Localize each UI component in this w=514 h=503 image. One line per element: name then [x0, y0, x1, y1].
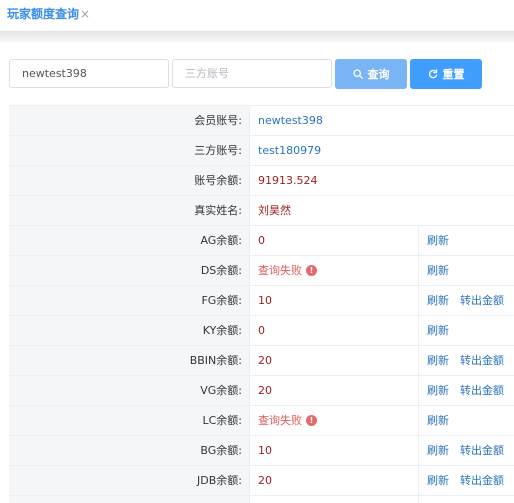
row-label: 账号余额: — [9, 166, 250, 195]
row-actions: 刷新 转出金额 — [418, 286, 514, 315]
transfer-out-link[interactable]: 转出金额 — [460, 474, 504, 487]
transfer-out-link[interactable]: 转出金额 — [460, 294, 504, 307]
row-actions: 刷新 — [418, 316, 514, 345]
transfer-out-link[interactable]: 转出金额 — [460, 384, 504, 397]
row-label: 会员账号: — [9, 106, 250, 135]
refresh-icon — [428, 69, 437, 79]
table-row-vg: VG余额: 20 刷新 转出金额 — [9, 376, 514, 406]
row-actions: 刷新 转出金额 — [418, 466, 514, 495]
table-row-bbin: BBIN余额: 20 刷新 转出金额 — [9, 346, 514, 376]
row-label: KY余额: — [9, 316, 250, 345]
table-row-member-account: 会员账号: newtest398 — [9, 106, 514, 136]
fg-balance-value: 10 — [258, 294, 272, 307]
table-row-bg: BG余额: 10 刷新 转出金额 — [9, 436, 514, 466]
ds-balance-value: 查询失败! — [250, 256, 418, 285]
error-icon: ! — [306, 415, 317, 426]
table-row-ds: DS余额: 查询失败! 刷新 — [9, 256, 514, 286]
jdb-balance-value: 20 — [258, 474, 272, 487]
member-account-input[interactable]: newtest398 — [9, 59, 169, 88]
real-name-value: 刘昊然 — [258, 204, 291, 217]
table-row-partial — [9, 496, 514, 503]
member-account-value: newtest398 — [258, 114, 323, 127]
table-row-real-name: 真实姓名: 刘昊然 — [9, 196, 514, 226]
ag-balance-value: 0 — [258, 234, 265, 247]
row-label: BBIN余额: — [9, 346, 250, 375]
bg-balance-value: 10 — [258, 444, 272, 457]
balance-table: 会员账号: newtest398 三方账号: test180979 账号余额: … — [9, 105, 514, 503]
row-label: 三方账号: — [9, 136, 250, 165]
row-actions: 刷新 转出金额 — [418, 346, 514, 375]
table-row-fg: FG余额: 10 刷新 转出金额 — [9, 286, 514, 316]
row-label: AG余额: — [9, 226, 250, 255]
reset-button[interactable]: 重置 — [410, 59, 482, 89]
row-actions-empty — [418, 496, 514, 503]
search-icon — [352, 69, 363, 79]
refresh-link[interactable]: 刷新 — [427, 294, 449, 307]
tab-player-quota[interactable]: 玩家额度查询 — [7, 6, 79, 22]
refresh-link[interactable]: 刷新 — [427, 414, 449, 427]
transfer-out-link[interactable]: 转出金额 — [460, 354, 504, 367]
row-label: VG余额: — [9, 376, 250, 405]
row-actions: 刷新 转出金额 — [418, 436, 514, 465]
tab-bar: 玩家额度查询 × — [0, 0, 514, 31]
lc-balance-value: 查询失败! — [250, 406, 418, 435]
refresh-link[interactable]: 刷新 — [427, 324, 449, 337]
account-balance-value: 91913.524 — [258, 174, 318, 187]
refresh-link[interactable]: 刷新 — [427, 264, 449, 277]
row-actions: 刷新 — [418, 256, 514, 285]
row-actions: 刷新 — [418, 226, 514, 255]
table-row-ky: KY余额: 0 刷新 — [9, 316, 514, 346]
third-account-value: test180979 — [258, 144, 322, 157]
error-icon: ! — [306, 265, 317, 276]
refresh-link[interactable]: 刷新 — [427, 444, 449, 457]
table-row-ag: AG余额: 0 刷新 — [9, 226, 514, 256]
ky-balance-value: 0 — [258, 324, 265, 337]
row-label: BG余额: — [9, 436, 250, 465]
header-divider — [0, 31, 514, 42]
row-actions: 刷新 — [418, 406, 514, 435]
table-row-lc: LC余额: 查询失败! 刷新 — [9, 406, 514, 436]
table-row-account-balance: 账号余额: 91913.524 — [9, 166, 514, 196]
table-row-jdb: JDB余额: 20 刷新 转出金额 — [9, 466, 514, 496]
refresh-link[interactable]: 刷新 — [427, 384, 449, 397]
tab-close-icon[interactable]: × — [80, 6, 90, 22]
refresh-link[interactable]: 刷新 — [427, 474, 449, 487]
third-party-account-input[interactable]: 三方账号 — [172, 59, 332, 88]
row-label: LC余额: — [9, 406, 250, 435]
query-button-label: 查询 — [367, 68, 390, 81]
row-value-empty — [250, 496, 418, 503]
row-label-empty — [9, 496, 250, 503]
refresh-link[interactable]: 刷新 — [427, 234, 449, 247]
row-label: 真实姓名: — [9, 196, 250, 225]
row-actions: 刷新 转出金额 — [418, 376, 514, 405]
reset-button-label: 重置 — [442, 68, 465, 81]
row-label: DS余额: — [9, 256, 250, 285]
vg-balance-value: 20 — [258, 384, 272, 397]
row-label: FG余额: — [9, 286, 250, 315]
bbin-balance-value: 20 — [258, 354, 272, 367]
transfer-out-link[interactable]: 转出金额 — [460, 444, 504, 457]
refresh-link[interactable]: 刷新 — [427, 354, 449, 367]
query-button[interactable]: 查询 — [335, 59, 407, 89]
row-label: JDB余额: — [9, 466, 250, 495]
table-row-third-account: 三方账号: test180979 — [9, 136, 514, 166]
